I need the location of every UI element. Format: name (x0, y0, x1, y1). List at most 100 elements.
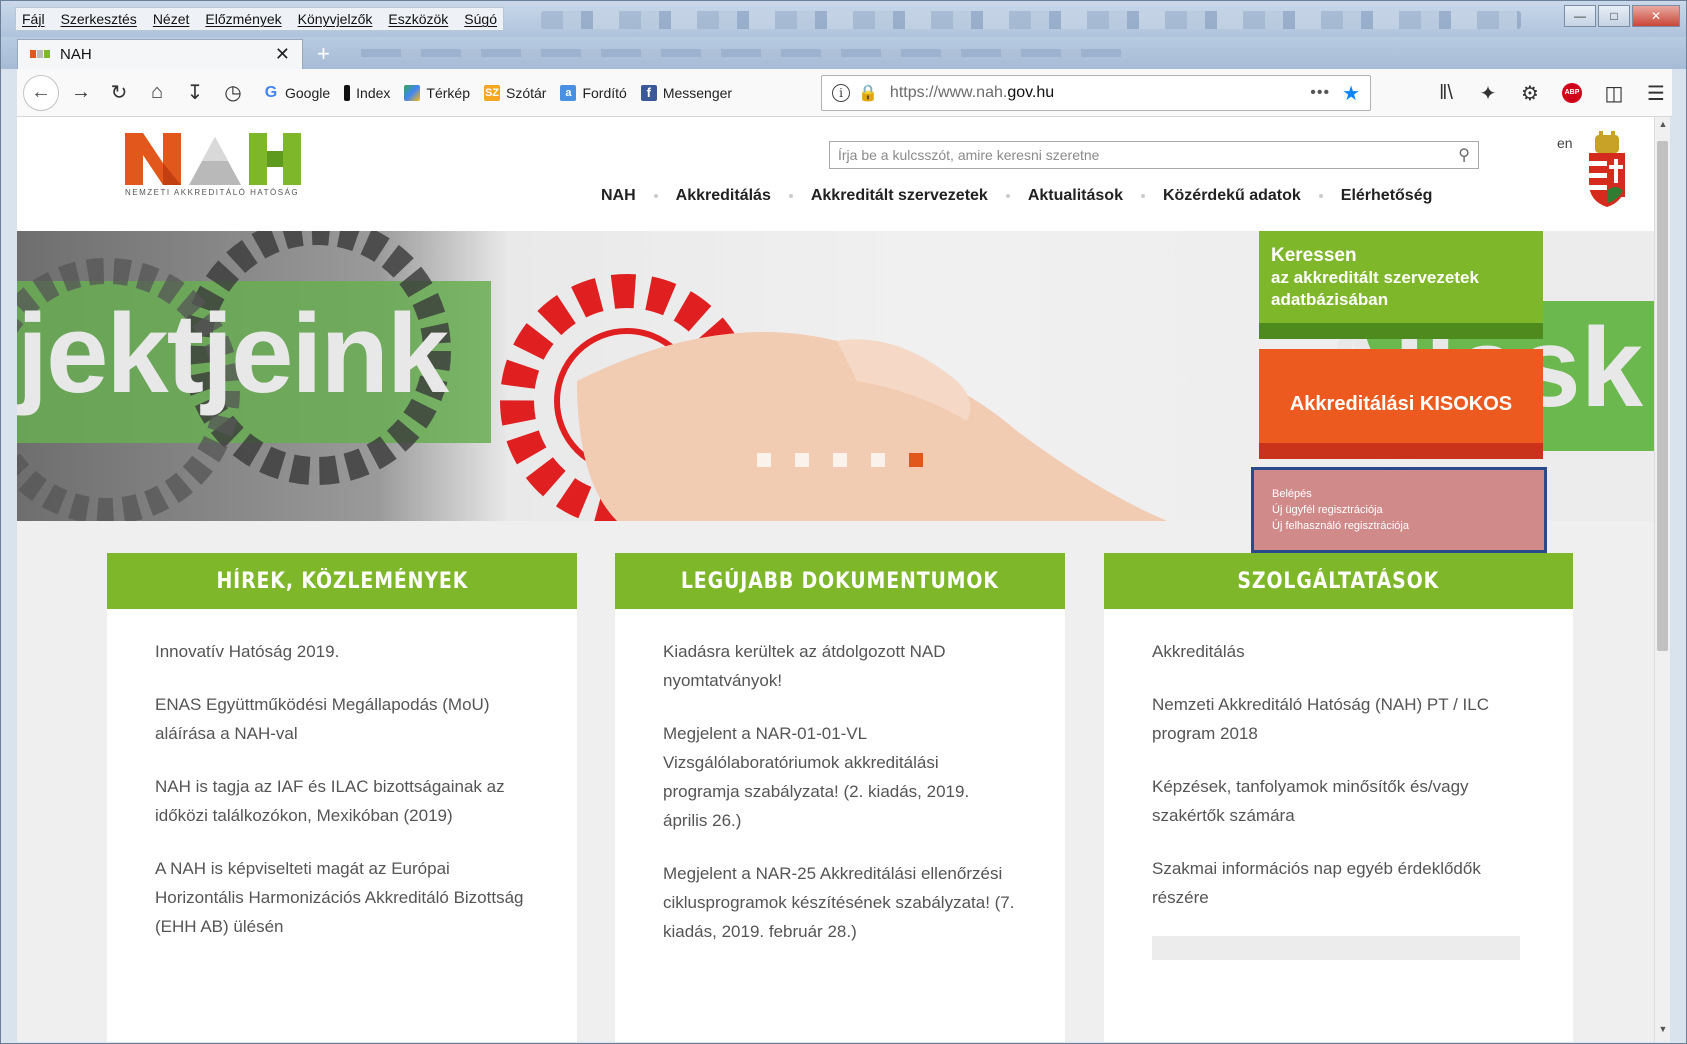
site-search[interactable]: ⚲ (829, 141, 1479, 169)
nav-item-elerhetoseg[interactable]: Elérhetőség (1341, 187, 1433, 205)
coat-of-arms-icon[interactable] (1585, 131, 1629, 207)
services-column: SZOLGÁLTATÁSOK Akkreditálás Nemzeti Akkr… (1104, 553, 1573, 1042)
vertical-scrollbar[interactable]: ▲ ▼ (1654, 117, 1670, 1042)
menu-help[interactable]: Súgó (464, 11, 497, 27)
scroll-up-icon[interactable]: ▲ (1655, 119, 1671, 135)
slider-dots (757, 453, 947, 467)
forward-button[interactable]: → (65, 77, 97, 109)
login-link[interactable]: Belépés (1272, 486, 1526, 502)
tab-nah[interactable]: NAH ✕ (17, 39, 303, 69)
menu-view[interactable]: Nézet (153, 11, 190, 27)
tab-close-icon[interactable]: ✕ (275, 44, 290, 65)
close-icon: ✕ (1650, 9, 1662, 23)
new-user-registration-link[interactable]: Új felhasználó regisztrációja (1272, 518, 1526, 534)
nav-item-aktualitasok[interactable]: Aktualitások (1028, 187, 1123, 205)
window-controls: — □ ✕ (1562, 5, 1680, 27)
browser-window: Fájl Szerkesztés Nézet Előzmények Könyvj… (0, 0, 1687, 1044)
list-item[interactable]: A NAH is képviselteti magát az Európai H… (155, 854, 529, 941)
menu-file[interactable]: Fájl (22, 11, 45, 27)
slider-dot[interactable] (871, 453, 885, 467)
column-header: LEGÚJABB DOKUMENTUMOK (615, 553, 1065, 609)
url-bar[interactable]: i 🔒 https://www.nah.gov.hu ••• ★ (821, 75, 1371, 111)
menu-bookmarks[interactable]: Könyvjelzők (298, 11, 373, 27)
tab-strip: NAH ✕ + (1, 37, 1686, 69)
list-item[interactable]: Megjelent a NAR-25 Akkreditálási ellenőr… (663, 859, 1017, 946)
url-text[interactable]: https://www.nah.gov.hu (890, 84, 1310, 102)
home-button[interactable]: ⌂ (141, 77, 173, 109)
library-button[interactable]: ‖\ (1430, 77, 1462, 109)
bookmark-label: Szótár (505, 84, 547, 101)
bookmark-google[interactable]: G Google (263, 83, 330, 101)
reload-button[interactable]: ↻ (103, 77, 135, 109)
accreditation-guide-button[interactable]: Akkreditálási KISOKOS (1259, 349, 1543, 459)
back-button[interactable]: ← (23, 74, 59, 111)
nav-separator (1318, 194, 1323, 198)
list-item[interactable]: Kiadásra kerültek az átdolgozott NAD nyo… (663, 637, 1017, 695)
url-prefix: https://www.nah. (889, 84, 1008, 101)
logo-letters (125, 133, 315, 185)
bookmark-index[interactable]: Index (344, 84, 390, 101)
search-accredited-orgs-button[interactable]: Keressen az akkreditált szervezetek adat… (1259, 231, 1543, 339)
list-item[interactable]: Megjelent a NAR-01-01-VL Vizsgálólaborat… (663, 719, 1017, 835)
nav-separator (653, 194, 658, 198)
search-icon[interactable]: ⚲ (1458, 145, 1470, 165)
extension-button[interactable]: ✦ (1472, 77, 1504, 109)
new-client-registration-link[interactable]: Új ügyfél regisztrációja (1272, 502, 1526, 518)
page-actions-icon[interactable]: ••• (1310, 84, 1330, 102)
gear-icon: ⚙ (1521, 82, 1539, 105)
menu-button[interactable]: ☰ (1640, 77, 1672, 109)
nav-item-akkreditalas[interactable]: Akkreditálás (676, 187, 771, 205)
list-item[interactable]: Innovatív Hatóság 2019. (155, 637, 529, 666)
nav-separator (1005, 194, 1010, 198)
settings-button[interactable]: ⚙ (1514, 77, 1546, 109)
downloads-button[interactable]: ↧ (179, 77, 211, 109)
search-input[interactable] (838, 147, 1459, 163)
list-item[interactable]: Akkreditálás (1152, 637, 1525, 666)
slider-dot[interactable] (757, 453, 771, 467)
forward-arrow-icon: → (71, 81, 91, 103)
nah-logo[interactable]: NEMZETI AKKREDITÁLÓ HATÓSÁG (125, 133, 315, 203)
bookmark-star-icon[interactable]: ★ (1342, 81, 1360, 106)
clock-icon: ◷ (224, 82, 242, 104)
lock-icon: 🔒 (858, 85, 878, 102)
menu-tools[interactable]: Eszközök (388, 11, 448, 27)
hamburger-icon: ☰ (1647, 82, 1665, 105)
slider-dot-active[interactable] (909, 453, 923, 467)
list-item[interactable]: Szakmai információs nap egyéb érdeklődők… (1152, 854, 1525, 912)
slider-dot[interactable] (795, 453, 809, 467)
history-button[interactable]: ◷ (217, 77, 249, 109)
nav-toolbar: ← → ↻ ⌂ ↧ ◷ G Google Index Térkép SZ Szó… (17, 69, 1672, 117)
login-box: Belépés Új ügyfél regisztrációja Új felh… (1251, 467, 1547, 553)
list-item[interactable]: Képzések, tanfolyamok minősítők és/vagy … (1152, 772, 1525, 830)
bookmark-messenger[interactable]: f Messenger (640, 84, 732, 101)
list-item[interactable]: NAH is tagja az IAF és ILAC bizottságain… (155, 772, 529, 830)
cta-green-bar (1259, 323, 1543, 339)
cta-green-title: Keressen (1271, 245, 1357, 266)
menu-edit[interactable]: Szerkesztés (61, 11, 137, 27)
nav-separator (1140, 194, 1145, 198)
sidebar-button[interactable]: ◫ (1598, 77, 1630, 109)
documents-column: LEGÚJABB DOKUMENTUMOK Kiadásra kerültek … (615, 553, 1065, 1042)
nav-item-kozerdeku-adatok[interactable]: Közérdekű adatok (1163, 187, 1301, 205)
close-window-button[interactable]: ✕ (1632, 5, 1680, 27)
google-icon: G (264, 83, 278, 101)
bookmark-translate[interactable]: a Fordító (560, 84, 627, 101)
bookmark-map[interactable]: Térkép (404, 84, 470, 101)
menu-history[interactable]: Előzmények (205, 11, 281, 27)
nav-item-akkreditalt-szervezetek[interactable]: Akkreditált szervezetek (811, 187, 988, 205)
minimize-button[interactable]: — (1564, 5, 1596, 27)
language-switch-link[interactable]: en (1557, 135, 1573, 151)
scroll-thumb[interactable] (1657, 141, 1668, 651)
maximize-button[interactable]: □ (1598, 5, 1630, 27)
nav-item-nah[interactable]: NAH (601, 187, 636, 205)
slider-dot[interactable] (833, 453, 847, 467)
info-icon[interactable]: i (832, 84, 850, 102)
list-item[interactable]: Nemzeti Akkreditáló Hatóság (NAH) PT / I… (1152, 690, 1525, 748)
adblock-button[interactable]: ABP (1556, 77, 1588, 109)
column-title: SZOLGÁLTATÁSOK (1237, 568, 1440, 594)
new-tab-icon[interactable]: + (317, 41, 330, 67)
list-item[interactable]: ENAS Együttműködési Megállapodás (MoU) a… (155, 690, 529, 748)
reload-icon: ↻ (110, 82, 128, 104)
bookmark-dictionary[interactable]: SZ Szótár (483, 84, 547, 101)
scroll-down-icon[interactable]: ▼ (1655, 1024, 1671, 1040)
